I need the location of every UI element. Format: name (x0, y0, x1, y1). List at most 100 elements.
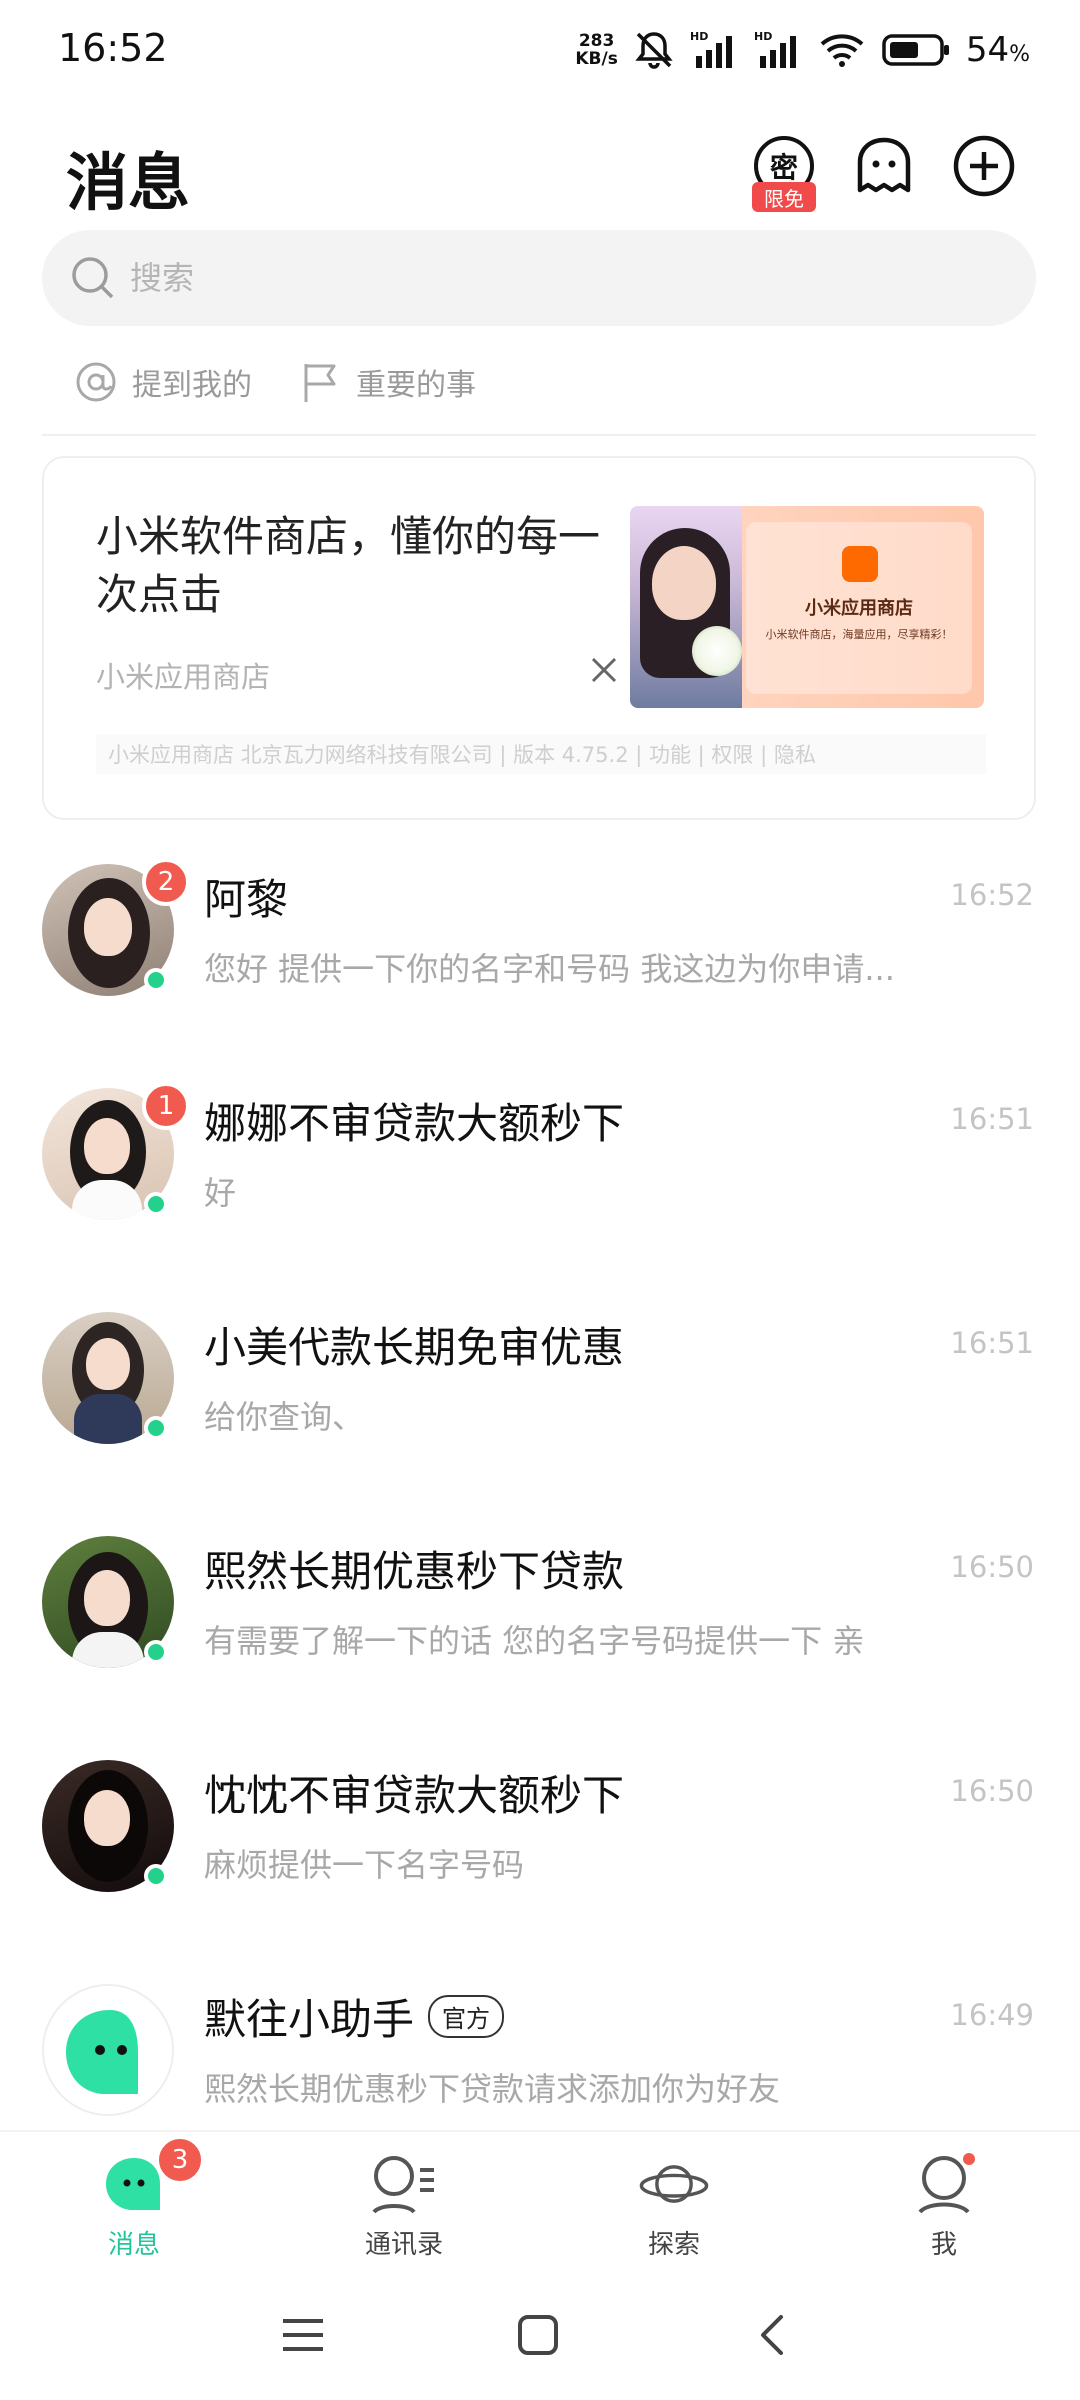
ad-image-photo (630, 506, 742, 708)
filter-mentions-label: 提到我的 (132, 368, 252, 403)
filter-important[interactable]: 重要的事 (298, 360, 476, 404)
filter-mentions[interactable]: 提到我的 (74, 360, 252, 404)
chat-name-text: 阿黎 (204, 875, 289, 924)
quick-filters: 提到我的 重要的事 (74, 352, 476, 412)
signal-icon-2: HD (754, 30, 804, 70)
status-bar: 16:52 283 KB/s HD HD 54% (0, 0, 1080, 100)
chat-time: 16:50 (950, 1550, 1034, 1584)
avatar-face (84, 1570, 130, 1626)
ad-source: 小米应用商店 (96, 660, 271, 694)
recents-button[interactable] (268, 2300, 338, 2370)
chat-name: 小美代款长期免审优惠 (204, 1314, 624, 1375)
online-indicator (144, 1192, 168, 1216)
nav-contacts-label: 通讯录 (364, 2230, 443, 2260)
nav-messages-icon-wrap: 3 (98, 2136, 204, 2220)
home-button[interactable] (503, 2300, 573, 2370)
avatar-face (84, 898, 132, 956)
ad-footer: 小米应用商店 北京瓦力网络科技有限公司 | 版本 4.75.2 | 功能 | 权… (96, 734, 986, 774)
status-time: 16:52 (58, 26, 168, 70)
ghost-button[interactable] (852, 134, 916, 198)
unread-badge: 2 (142, 858, 190, 906)
bottom-nav: 3 消息 通讯录 探索 我 (0, 2130, 1080, 2270)
ad-image-flowers (692, 626, 742, 676)
battery-icon (882, 32, 952, 68)
chat-name-text: 小美代款长期免审优惠 (204, 1323, 625, 1372)
chat-preview: 给你查询、 (204, 1398, 365, 1436)
chat-name: 熙然长期优惠秒下贷款 (204, 1538, 624, 1599)
chat-name-text: 娜娜不审贷款大额秒下 (204, 1099, 625, 1148)
chat-preview: 您好 提供一下你的名字和号码 我这边为你申请... (204, 950, 895, 988)
nav-explore[interactable]: 探索 (584, 2148, 764, 2268)
chat-time: 16:51 (950, 1102, 1034, 1136)
add-button[interactable] (952, 134, 1016, 198)
chat-name: 娜娜不审贷款大额秒下 (204, 1090, 624, 1151)
ad-image-panel: 小米应用商店 小米软件商店，海量应用，尽享精彩！ (746, 522, 972, 694)
nav-me[interactable]: 我 (854, 2148, 1034, 2268)
battery-percent-value: 54 (965, 30, 1010, 70)
page-title: 消息 (66, 146, 191, 219)
chat-time: 16:50 (950, 1774, 1034, 1808)
search-input[interactable] (130, 259, 930, 297)
chat-time: 16:51 (950, 1326, 1034, 1360)
chat-preview: 熙然长期优惠秒下贷款请求添加你为好友 (204, 2070, 781, 2108)
chat-name: 忱忱不审贷款大额秒下 (204, 1762, 624, 1823)
square-icon (518, 2315, 558, 2355)
nav-contacts-icon-wrap (368, 2148, 440, 2220)
chat-name-text: 熙然长期优惠秒下贷款 (204, 1547, 625, 1596)
chat-row[interactable]: 小美代款长期免审优惠 16:51 给你查询、 (0, 1268, 1080, 1492)
battery-percent-unit: % (1009, 42, 1030, 67)
back-chevron-icon (761, 2315, 783, 2355)
avatar-face (86, 1338, 130, 1390)
chat-name: 默往小助手 官方 (204, 1986, 505, 2047)
chat-name-text: 忱忱不审贷款大额秒下 (204, 1771, 625, 1820)
chat-row[interactable]: 2 阿黎 16:52 您好 提供一下你的名字和号码 我这边为你申请... (0, 820, 1080, 1044)
chat-preview: 好 (204, 1174, 237, 1212)
secret-chat-button[interactable]: 密 限免 (752, 134, 816, 212)
avatar-uniform (74, 1394, 142, 1444)
nav-messages-badge: 3 (156, 2136, 204, 2184)
nav-me-dot (960, 2150, 978, 2168)
divider (42, 434, 1036, 436)
ad-image[interactable]: 小米应用商店 小米软件商店，海量应用，尽享精彩！ (630, 506, 984, 708)
network-speed-unit: KB/s (575, 49, 618, 69)
menu-icon (283, 2319, 323, 2351)
search-bar[interactable] (42, 230, 1036, 326)
at-icon (76, 362, 116, 402)
filter-important-label: 重要的事 (356, 368, 476, 403)
official-tag: 官方 (428, 1995, 505, 2038)
header: 消息 密 限免 (0, 120, 1080, 220)
chat-row[interactable]: 忱忱不审贷款大额秒下 16:50 麻烦提供一下名字号码 (0, 1716, 1080, 1940)
svg-text:HD: HD (690, 30, 708, 43)
nav-contacts[interactable]: 通讯录 (314, 2148, 494, 2268)
chat-list: 2 阿黎 16:52 您好 提供一下你的名字和号码 我这边为你申请... 1 娜… (0, 820, 1080, 2164)
ad-image-app-name: 小米应用商店 (805, 598, 913, 619)
ad-card[interactable]: 小米软件商店，懂你的每一次点击 小米应用商店 小米应用商店 小米软件商店，海量应… (42, 456, 1036, 820)
back-button[interactable] (738, 2300, 808, 2370)
nav-messages[interactable]: 3 消息 (44, 2136, 224, 2268)
network-speed-value: 283 (578, 31, 615, 51)
chat-row[interactable]: 熙然长期优惠秒下贷款 16:50 有需要了解一下的话 您的名字号码提供一下 亲 (0, 1492, 1080, 1716)
nav-me-icon-wrap (908, 2148, 980, 2220)
ad-close-button[interactable] (584, 650, 624, 690)
nav-explore-icon-wrap (638, 2148, 710, 2220)
wifi-icon (818, 30, 868, 70)
chat-name-text: 默往小助手 (204, 1995, 415, 2044)
status-icons: 283 KB/s HD HD 54% (575, 26, 1030, 74)
battery-percent: 54% (966, 30, 1030, 70)
plus-circle-icon (953, 135, 1015, 197)
messages-screen: 16:52 283 KB/s HD HD 54% 消息 密 限免 搜索 提到我的… (0, 0, 1080, 2400)
online-indicator (144, 968, 168, 992)
chat-row[interactable]: 1 娜娜不审贷款大额秒下 16:51 好 (0, 1044, 1080, 1268)
avatar[interactable] (42, 1984, 174, 2116)
online-indicator (144, 1640, 168, 1664)
ad-title[interactable]: 小米软件商店，懂你的每一次点击 (96, 508, 626, 624)
chat-time: 16:52 (950, 878, 1034, 912)
chat-time: 16:49 (950, 1998, 1034, 2032)
ad-image-app-desc: 小米软件商店，海量应用，尽享精彩！ (765, 628, 953, 641)
avatar-face (84, 1118, 130, 1174)
store-app-icon (842, 546, 878, 582)
secret-label: 密 (769, 151, 798, 184)
online-indicator (144, 1864, 168, 1888)
system-nav-bar (0, 2270, 1080, 2400)
network-speed: 283 KB/s (575, 32, 617, 68)
